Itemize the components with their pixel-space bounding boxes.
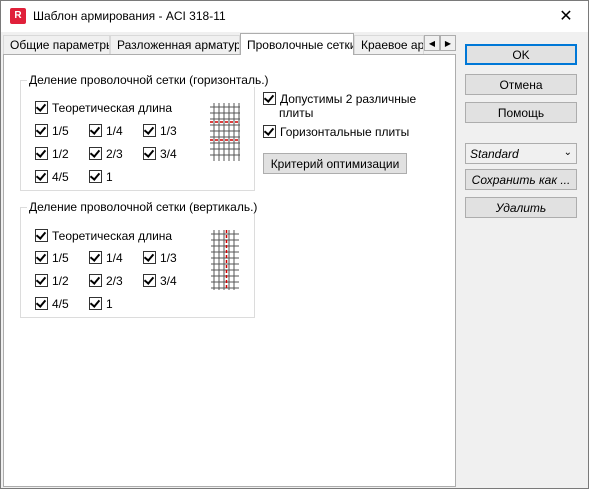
checkbox-h-2-3[interactable]: 2/3 [89, 147, 123, 161]
checkbox-h-4-5[interactable]: 4/5 [35, 170, 69, 184]
dialog-window: R Шаблон армирования - ACI 318-11 ✕ Общи… [0, 0, 589, 489]
checkbox-h-1[interactable]: 1 [89, 170, 113, 184]
checkbox-v-4-5[interactable]: 4/5 [35, 297, 69, 311]
vertical-mesh-grid-icon [211, 230, 239, 290]
delete-button[interactable]: Удалить [465, 197, 577, 218]
checkbox-h-1-5[interactable]: 1/5 [35, 124, 69, 138]
cancel-button[interactable]: Отмена [465, 74, 577, 95]
group-title-horizontal: Деление проволочной сетки (горизонталь.) [27, 73, 271, 87]
template-select[interactable]: Standard ⌄ [465, 143, 577, 164]
tab-scroll-right-icon[interactable]: ▶ [440, 35, 456, 51]
tab-distributed-reinforcement[interactable]: Разложенная арматура [110, 35, 240, 54]
window-title: Шаблон армирования - ACI 318-11 [33, 9, 226, 23]
tab-general[interactable]: Общие параметры [3, 35, 110, 54]
checkbox-v-2-3[interactable]: 2/3 [89, 274, 123, 288]
tab-panel-wire-meshes: Деление проволочной сетки (горизонталь.)… [3, 54, 456, 487]
checkbox-theoretical-length-vertical[interactable]: Теоретическая длина [35, 229, 172, 243]
help-button[interactable]: Помощь [465, 102, 577, 123]
horizontal-mesh-grid-icon [210, 103, 240, 161]
checkbox-h-3-4[interactable]: 3/4 [143, 147, 177, 161]
group-title-vertical: Деление проволочной сетки (вертикаль.) [27, 200, 260, 214]
checkbox-h-1-3[interactable]: 1/3 [143, 124, 177, 138]
checkbox-two-different-plates[interactable]: Допустимы 2 различные [263, 92, 416, 106]
title-bar: R Шаблон армирования - ACI 318-11 ✕ [1, 1, 588, 32]
checkbox-theoretical-length-horizontal[interactable]: Теоретическая длина [35, 101, 172, 115]
save-as-button[interactable]: Сохранить как ... [465, 169, 577, 190]
template-select-value: Standard [470, 147, 519, 161]
tab-wire-meshes[interactable]: Проволочные сетки [240, 33, 354, 55]
chevron-down-icon: ⌄ [563, 147, 572, 158]
group-vertical-division: Деление проволочной сетки (вертикаль.) Т… [20, 200, 260, 318]
optimization-criteria-button[interactable]: Критерий оптимизации [263, 153, 407, 174]
app-icon: R [10, 8, 26, 24]
tab-strip: Общие параметры Разложенная арматура Про… [3, 33, 456, 55]
tab-edge-reinforcement[interactable]: Краевое арм [354, 35, 424, 54]
checkbox-v-1-3[interactable]: 1/3 [143, 251, 177, 265]
close-icon[interactable]: ✕ [544, 1, 588, 32]
ok-button[interactable]: OK [465, 44, 577, 65]
checkbox-h-1-4[interactable]: 1/4 [89, 124, 123, 138]
group-horizontal-division: Деление проволочной сетки (горизонталь.)… [20, 73, 271, 191]
checkbox-v-1-2[interactable]: 1/2 [35, 274, 69, 288]
checkbox-v-3-4[interactable]: 3/4 [143, 274, 177, 288]
checkbox-h-1-2[interactable]: 1/2 [35, 147, 69, 161]
tab-scroll-left-icon[interactable]: ◀ [424, 35, 440, 51]
checkbox-horizontal-plates[interactable]: Горизонтальные плиты [263, 125, 409, 139]
checkbox-box[interactable] [35, 101, 48, 114]
checkbox-v-1-4[interactable]: 1/4 [89, 251, 123, 265]
two-plates-label-line2: плиты [279, 106, 314, 120]
checkbox-v-1-5[interactable]: 1/5 [35, 251, 69, 265]
checkbox-v-1[interactable]: 1 [89, 297, 113, 311]
